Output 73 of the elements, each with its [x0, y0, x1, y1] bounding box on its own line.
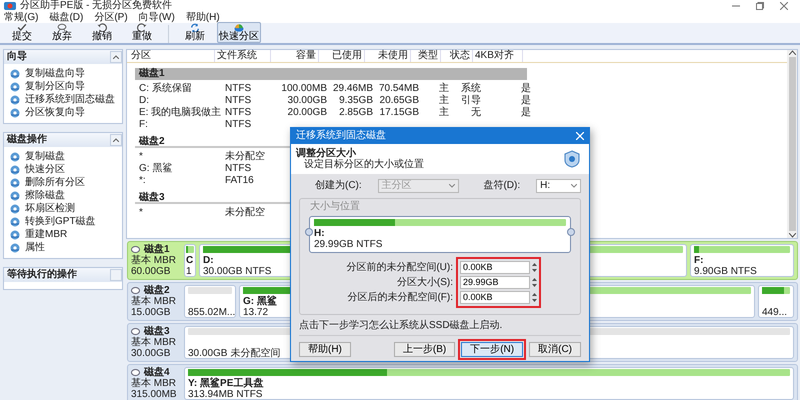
table-cell-text: 无 — [470, 107, 482, 119]
table-cell-text: 70.54MB — [378, 83, 420, 95]
table-cell-text: NTFS — [225, 107, 252, 119]
partition-detail: 30.00GB 未分配空间 — [188, 348, 280, 358]
dialog-heading: 调整分区大小 — [296, 148, 357, 158]
disk-size: 315.00MB — [131, 389, 178, 400]
field-label: 盘符(D): — [483, 180, 520, 192]
disk-type: 基本 MBR — [131, 378, 177, 389]
partition-detail: 855.02M... — [188, 307, 235, 317]
table-cell-text: 是 — [520, 83, 532, 95]
table-cell-text: * — [139, 151, 144, 163]
panel-title: 磁盘操作 — [7, 134, 47, 146]
table-cell-text: 是 — [520, 95, 532, 107]
table-cell-text: D: — [139, 95, 150, 107]
disk-name: 磁盘2 — [144, 285, 170, 296]
group-title: 大小与位置 — [310, 201, 361, 212]
partition-label: Y: 黑鲨PE工具盘 — [188, 378, 264, 389]
dialog-title: 迁移系统到固态磁盘 — [296, 130, 386, 142]
disk-type: 基本 MBR — [131, 296, 177, 307]
table-cell-text: 20.65GB — [378, 95, 420, 107]
panel-title: 向导 — [7, 51, 27, 63]
table-cell-text: G: 黑鲨 — [139, 163, 174, 175]
table-cell-text: 17.15GB — [378, 107, 420, 119]
panel-title: 等待执行的操作 — [7, 269, 77, 281]
disk-type: 基本 MBR — [131, 337, 177, 348]
partition-detail: 30.00GB NTFS — [203, 266, 272, 276]
dialog-subheading: 设定目标分区的大小或位置 — [303, 159, 424, 170]
table-cell-text: 主 — [438, 95, 450, 106]
table-cell-text: 20.00GB — [286, 107, 328, 119]
table-cell-text: 引导 — [460, 95, 482, 107]
table-cell-text: 未分配空 — [225, 151, 266, 163]
partition-label: D: — [203, 255, 214, 266]
table-cell-text: *: — [139, 175, 147, 187]
partition-detail: 9.90GB NTFS — [694, 266, 757, 276]
partition-label: G: 黑鲨 — [243, 296, 277, 307]
table-cell-text: NTFS — [225, 95, 252, 107]
disk-size: 30.00GB — [131, 348, 172, 359]
disk-name: 磁盘4 — [144, 367, 170, 378]
table-cell-text: 是 — [520, 107, 532, 119]
table-cell-text: 29.46MB — [332, 83, 374, 95]
table-cell-text: 9.35GB — [338, 95, 374, 107]
table-cell-text: NTFS — [225, 83, 252, 95]
field-label: 创建为(C): — [315, 180, 362, 192]
table-cell-text: C: 系统保留 — [139, 83, 193, 95]
disk-name: 磁盘1 — [144, 244, 170, 255]
table-cell-text: 未分配空 — [225, 207, 266, 219]
table-cell-text: 主 — [438, 107, 450, 119]
field-label: 分区后的未分配空间(F): — [346, 290, 453, 304]
disk-type: 基本 MBR — [131, 255, 177, 266]
field-label: 分区前的未分配空间(U): — [345, 260, 453, 274]
partition-detail: 449... — [762, 307, 788, 317]
partition-detail: 29.99GB NTFS — [314, 238, 382, 250]
partition-label: C — [186, 255, 194, 266]
partition-detail: 313.94MB NTFS — [188, 389, 262, 399]
table-cell-text: NTFS — [225, 163, 252, 175]
disk-name: 磁盘3 — [144, 326, 170, 337]
partition-label: F: — [694, 255, 704, 266]
table-cell-text: FAT16 — [225, 175, 255, 187]
disk-size: 60.00GB — [131, 266, 172, 277]
table-cell-text: 2.85GB — [338, 107, 374, 119]
window-title: 分区助手PE版 - 无损分区免费软件 — [20, 0, 172, 12]
table-cell-text: 系统 — [460, 83, 482, 95]
table-cell-text: 主 — [438, 83, 450, 94]
table-cell-text: * — [139, 207, 144, 219]
partition-detail: 13.72 — [243, 307, 268, 317]
table-cell-text: 30.00GB — [286, 95, 328, 107]
disk-size: 15.00GB — [131, 307, 172, 318]
table-cell-text: NTFS — [225, 119, 252, 131]
partition-label: H: — [314, 228, 325, 238]
table-cell-text: F: — [139, 119, 149, 131]
table-cell-text: E: 我的电脑我做主 — [139, 107, 222, 119]
partition-detail: 1 — [186, 266, 192, 276]
table-cell-text: 100.00MB — [281, 83, 328, 95]
